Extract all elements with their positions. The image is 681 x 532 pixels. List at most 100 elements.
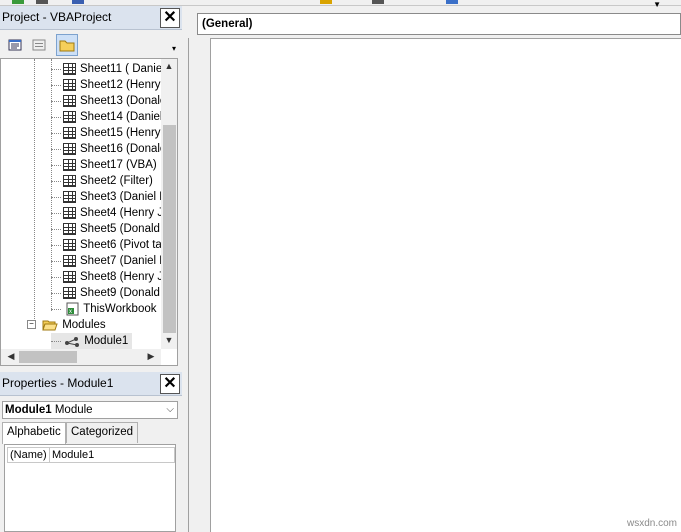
scroll-left-icon[interactable]: ◀ — [3, 351, 19, 362]
tree-item-sheet[interactable]: Sheet3 (Daniel D — [51, 189, 168, 205]
tree-item-label: Sheet2 (Filter) — [80, 175, 153, 187]
properties-pane-title-bar: Properties - Module1 ✕ — [0, 372, 182, 396]
worksheet-icon — [63, 94, 76, 107]
worksheet-icon — [63, 110, 76, 123]
tree-horizontal-scrollbar[interactable]: ◀ ▶ — [1, 349, 161, 365]
worksheet-icon — [63, 174, 76, 187]
tree-line — [51, 197, 61, 198]
tree-item-label: Sheet17 (VBA) — [80, 159, 157, 171]
chevron-down-icon[interactable]: ▼ — [653, 0, 661, 9]
tree-item-sheet[interactable]: Sheet13 (Donalc — [51, 93, 166, 109]
tree-item-sheet[interactable]: Sheet2 (Filter) — [51, 173, 153, 189]
tree-item-label: Sheet13 (Donalc — [80, 95, 166, 107]
svg-text:x: x — [69, 309, 72, 315]
worksheet-icon — [63, 286, 76, 299]
tree-item-sheet[interactable]: Sheet8 (Henry J — [51, 269, 163, 285]
tree-item-label: Sheet9 (Donald I — [80, 287, 167, 299]
tree-item-label: Sheet14 (Daniel — [80, 111, 163, 123]
scrollbar-thumb[interactable] — [163, 125, 176, 333]
view-object-button[interactable] — [28, 34, 50, 56]
toolbar-overflow-icon[interactable]: ▾ — [172, 44, 180, 56]
tree-item-sheet[interactable]: Sheet5 (Donald I — [51, 221, 166, 237]
toolbar-icon-fragment[interactable] — [320, 0, 332, 4]
tree-vertical-scrollbar[interactable]: ▲ ▼ — [161, 59, 177, 349]
tree-item-sheet[interactable]: Sheet11 ( Daniel — [51, 61, 165, 77]
tree-item-sheet[interactable]: Sheet6 (Pivot ta — [51, 237, 162, 253]
worksheet-icon — [63, 254, 76, 267]
tree-item-sheet[interactable]: Sheet15 (Henry — [51, 125, 161, 141]
view-code-button[interactable] — [4, 34, 26, 56]
tree-item-sheet[interactable]: Sheet12 (Henry — [51, 77, 161, 93]
scrollbar-thumb[interactable] — [19, 351, 77, 363]
code-window: ▼ (General) wsxdn.com — [183, 0, 681, 532]
tab-alphabetic[interactable]: Alphabetic — [2, 422, 66, 444]
collapse-icon[interactable]: − — [27, 320, 36, 330]
tree-line — [51, 133, 61, 134]
tree-item-label: Sheet16 (Donalc — [80, 143, 166, 155]
tree-line — [51, 229, 61, 230]
code-editor[interactable] — [210, 38, 681, 532]
toolbar-icon-fragment[interactable] — [72, 0, 84, 4]
tree-line — [51, 309, 61, 310]
tree-item-sheet[interactable]: Sheet16 (Donalc — [51, 141, 166, 157]
properties-edge — [176, 444, 182, 532]
tree-item-sheet[interactable]: Sheet17 (VBA) — [51, 157, 157, 173]
tree-item-label: Module1 — [84, 335, 129, 347]
toolbar-icon-fragment[interactable] — [372, 0, 384, 4]
module-icon — [65, 336, 80, 347]
properties-pane-title: Properties - Module1 — [2, 376, 114, 390]
properties-object-select[interactable]: Module1 Module ⌵ — [2, 401, 178, 419]
tree-item-label: Sheet3 (Daniel D — [80, 191, 168, 203]
tree-item-label: Sheet15 (Henry — [80, 127, 161, 139]
properties-grid: (Name) Module1 — [4, 444, 176, 532]
object-combo[interactable]: (General) — [197, 13, 681, 35]
tree-item-sheet[interactable]: Sheet9 (Donald I — [51, 285, 166, 301]
tree-item-label: Sheet11 ( Daniel — [80, 63, 165, 75]
tab-categorized[interactable]: Categorized — [66, 422, 139, 443]
tree-line — [51, 149, 61, 150]
tree-line — [51, 85, 61, 86]
scroll-right-icon[interactable]: ▶ — [143, 351, 159, 362]
tree-item-sheet[interactable]: Sheet7 (Daniel D — [51, 253, 168, 269]
tree-item-modules-folder[interactable]: − Modules — [27, 317, 106, 333]
toolbar-icon-fragment[interactable] — [12, 0, 24, 4]
object-name: Module1 — [5, 404, 52, 416]
worksheet-icon — [63, 190, 76, 203]
tree-line — [51, 245, 61, 246]
tree-line — [51, 181, 61, 182]
tree-line — [51, 213, 61, 214]
workbook-icon: x — [66, 302, 79, 316]
folder-icon — [59, 40, 75, 52]
code-margin-bar[interactable] — [188, 38, 210, 532]
open-folder-icon — [42, 320, 58, 331]
worksheet-icon — [63, 62, 76, 75]
close-icon: ✕ — [163, 9, 177, 26]
tree-item-label: Sheet5 (Donald I — [80, 223, 167, 235]
tree-item-sheet[interactable]: Sheet4 (Henry J — [51, 205, 163, 221]
tree-line — [51, 293, 61, 294]
property-row[interactable]: (Name) Module1 — [7, 447, 175, 463]
chevron-down-icon[interactable]: ⌵ — [166, 402, 174, 418]
worksheet-icon — [63, 206, 76, 219]
tree-line — [51, 101, 61, 102]
tree-item-thisworkbook[interactable]: x ThisWorkbook — [51, 301, 157, 317]
toggle-folders-button[interactable] — [56, 34, 78, 56]
tree-item-module1[interactable]: Module1 — [51, 333, 133, 349]
project-pane-close-button[interactable]: ✕ — [160, 8, 180, 28]
toolbar-icon-fragment[interactable] — [446, 0, 458, 4]
toolbar-icon-fragment[interactable] — [36, 0, 48, 4]
tree-item-label: Sheet12 (Henry — [80, 79, 161, 91]
properties-pane-close-button[interactable]: ✕ — [160, 374, 180, 394]
property-value[interactable]: Module1 — [52, 448, 94, 462]
close-icon: ✕ — [163, 375, 177, 392]
project-pane-title-bar: Project - VBAProject ✕ — [0, 6, 182, 30]
property-name: (Name) — [10, 448, 50, 462]
scroll-up-icon[interactable]: ▲ — [161, 61, 177, 71]
tree-item-label: Sheet4 (Henry J — [80, 207, 164, 219]
scroll-down-icon[interactable]: ▼ — [161, 335, 177, 345]
tree-item-sheet[interactable]: Sheet14 (Daniel — [51, 109, 162, 125]
tree-line — [51, 341, 61, 342]
project-pane-title: Project - VBAProject — [2, 10, 112, 24]
tree-line — [51, 117, 61, 118]
worksheet-icon — [63, 270, 76, 283]
